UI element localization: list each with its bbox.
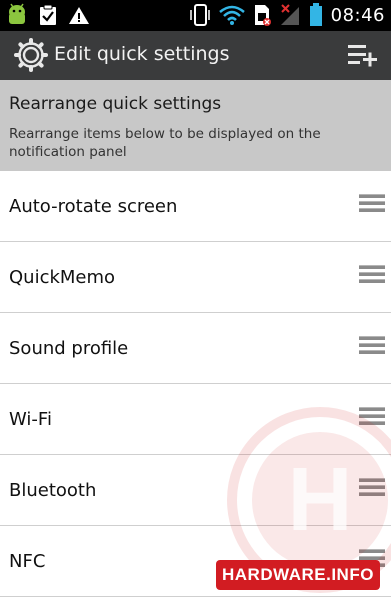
list-item[interactable]: Auto-rotate screen [0, 171, 391, 242]
no-sim-icon [254, 5, 271, 26]
list-item-label: QuickMemo [9, 267, 116, 288]
list-item-label: Auto-rotate screen [9, 196, 178, 217]
drag-handle-icon[interactable] [359, 265, 385, 290]
list-item[interactable]: QuickMemo [0, 242, 391, 313]
watermark-text: HARDWARE.INFO [216, 560, 380, 590]
clipboard-check-icon [40, 4, 56, 25]
list-item-label: Bluetooth [9, 480, 97, 501]
signal-icon [280, 4, 299, 25]
list-item-label: Sound profile [9, 338, 129, 359]
phone-vibrate-icon [189, 4, 210, 26]
header-subtitle: Rearrange items below to be displayed on… [9, 126, 321, 160]
add-list-icon[interactable] [347, 41, 379, 69]
status-bar: 08:46 [0, 0, 391, 31]
action-bar: Edit quick settings [0, 31, 391, 80]
android-debug-icon [9, 3, 25, 24]
quick-settings-list: Auto-rotate screen QuickMemo Sound profi… [0, 171, 391, 597]
drag-handle-icon[interactable] [359, 478, 385, 503]
list-item[interactable]: Bluetooth [0, 455, 391, 526]
list-item-label: NFC [9, 551, 46, 572]
drag-handle-icon[interactable] [359, 336, 385, 361]
gear-icon[interactable] [14, 38, 48, 72]
list-item[interactable]: Sound profile [0, 313, 391, 384]
drag-handle-icon[interactable] [359, 194, 385, 219]
status-bar-clock: 08:46 [330, 4, 385, 26]
status-bar-system: 08:46 [189, 3, 385, 27]
page-title: Edit quick settings [54, 43, 230, 65]
rearrange-header: Rearrange quick settings Rearrange items… [0, 80, 391, 171]
header-title: Rearrange quick settings [9, 94, 222, 114]
warning-icon [69, 7, 89, 24]
status-bar-notifications [6, 3, 90, 27]
wifi-icon [218, 5, 245, 25]
drag-handle-icon[interactable] [359, 407, 385, 432]
list-item[interactable]: Wi-Fi [0, 384, 391, 455]
battery-icon [309, 3, 322, 26]
list-item-label: Wi-Fi [9, 409, 52, 430]
